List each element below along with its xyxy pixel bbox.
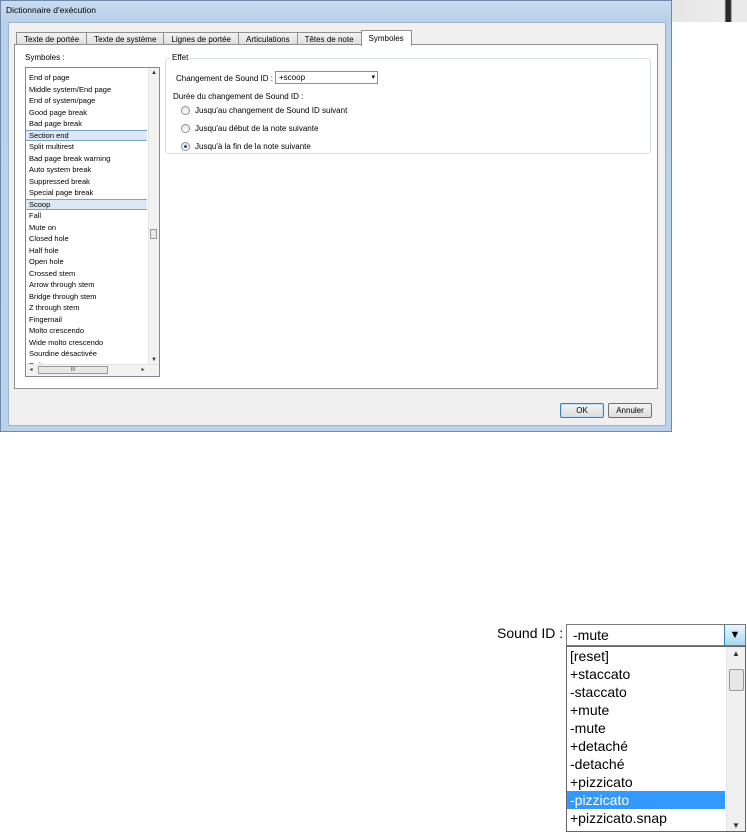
scroll-up-icon[interactable]: ▲ [727,649,745,659]
symbol-list-item[interactable]: Bad page break warning [26,153,147,165]
sound-id-option[interactable]: +pizzicato.snap [567,809,725,827]
scroll-right-icon[interactable]: ▸ [138,365,148,375]
dialog-window: Dictionnaire d'exécution Texte de portée… [0,0,672,432]
symbol-list-item[interactable]: Scoop [26,198,147,210]
symbol-list-item[interactable]: Bad page break [26,118,147,130]
symbol-list-item[interactable]: Middle system/End page [26,84,147,96]
scroll-up-icon[interactable]: ▲ [149,68,159,78]
sound-id-option[interactable]: -detaché [567,755,725,773]
sound-id-option[interactable]: +detaché [567,737,725,755]
background-strip [672,0,747,22]
symbols-listbox[interactable]: End of page Middle system/End page End of … [25,67,160,377]
symbol-list-item[interactable]: Closed hole [26,233,147,245]
symbol-list-item[interactable]: Fall [26,210,147,222]
horizontal-scroll-thumb[interactable]: III [38,366,108,374]
radio-label: Jusqu'à la fin de la note suivante [195,141,311,151]
symbol-list-item[interactable]: Z through stem [26,302,147,314]
symbol-list-item[interactable]: Fingernail [26,314,147,326]
scroll-thumb[interactable] [729,669,744,691]
dialog-client: Texte de portée Texte de système Lignes … [8,22,666,426]
symbol-list-item[interactable]: End of page [26,72,147,84]
symbol-list-item[interactable]: End of system/page [26,95,147,107]
tab-panel: Symboles : End of page Middle system/End … [14,44,658,389]
symbol-list-item[interactable]: Split multirest [26,141,147,153]
radio-button[interactable] [181,123,190,133]
ok-button[interactable]: OK [560,403,604,418]
zoom-vertical-scrollbar[interactable]: ▲ ▼ [726,647,745,831]
sound-id-select[interactable]: +scoop ▾ [275,71,378,84]
symbol-list-item[interactable]: Half hole [26,245,147,257]
symbol-list-item[interactable]: Molto crescendo [26,325,147,337]
zoom-combo-value: -mute [573,627,609,643]
scroll-down-icon[interactable]: ▼ [727,821,745,831]
sound-id-option[interactable]: -pizzicato [567,791,725,809]
symbol-list-item[interactable]: Bridge through stem [26,291,147,303]
sound-id-value: +scoop [279,73,306,82]
symbols-label: Symboles : [25,53,65,62]
sound-id-option[interactable]: +staccato [567,665,725,683]
symbol-list-item[interactable]: Open hole [26,256,147,268]
chevron-down-icon[interactable]: ▼ [724,625,745,645]
sound-id-label: Changement de Sound ID : [176,74,273,83]
duration-label: Durée du changement de Sound ID : [173,92,304,101]
symbol-list-item[interactable]: Mute on [26,222,147,234]
radio-until-next-note-start[interactable]: Jusqu'au début de la note suivante [181,123,318,133]
dropdown-arrow-icon[interactable]: ▾ [371,72,375,83]
radio-button[interactable] [181,105,190,115]
radio-label: Jusqu'au changement de Sound ID suivant [195,105,348,115]
radio-label: Jusqu'au début de la note suivante [195,123,319,133]
sound-id-option[interactable]: [reset] [567,647,725,665]
symbol-list-item[interactable]: Wide molto crescendo [26,337,147,349]
sound-id-option[interactable]: -staccato [567,683,725,701]
zoom-list-items: [reset] +staccato -staccato +mute -mute +deta… [567,647,745,827]
zoom-sound-id-label: Sound ID : [497,625,564,641]
sound-id-option[interactable]: +mute [567,701,725,719]
sound-id-option[interactable]: -mute [567,719,725,737]
cancel-button[interactable]: Annuler [608,403,652,418]
scroll-thumb[interactable] [150,229,157,239]
window-title: Dictionnaire d'exécution [6,5,96,15]
sound-id-option[interactable]: +pizzicato [567,773,725,791]
effect-legend: Effet [170,53,191,62]
symbol-list-item[interactable]: Suppressed break [26,176,147,188]
tab-strip: Texte de portée Texte de système Lignes … [16,30,412,46]
symbol-list-item[interactable]: Auto system break [26,164,147,176]
tab-symboles[interactable]: Symboles [360,30,412,46]
radio-until-next-note-end[interactable]: Jusqu'à la fin de la note suivante [181,141,311,151]
symbols-list-items: End of page Middle system/End page End of … [26,72,147,371]
scroll-left-icon[interactable]: ◂ [26,365,36,375]
zoom-dropdown-list[interactable]: [reset] +staccato -staccato +mute -mute +deta… [566,646,746,832]
symbol-list-item[interactable]: Arrow through stem [26,279,147,291]
symbols-vertical-scrollbar[interactable]: ▲ ▼ [148,68,159,365]
radio-until-next-sound-id[interactable]: Jusqu'au changement de Sound ID suivant [181,105,347,115]
symbol-list-item[interactable]: Special page break [26,187,147,199]
symbol-list-item[interactable]: Section end [26,129,147,141]
radio-button-checked[interactable] [181,141,190,151]
symbols-horizontal-scrollbar[interactable]: ◂ III ▸ [26,364,159,376]
effect-group: Effet Changement de Sound ID : +scoop ▾ … [165,53,651,154]
symbol-list-item[interactable]: Good page break [26,107,147,119]
symbol-list-item[interactable]: Sourdine désactivée [26,348,147,360]
zoom-sound-id-combo[interactable]: -mute ▼ [566,624,746,646]
symbol-list-item[interactable]: Crossed stem [26,268,147,280]
